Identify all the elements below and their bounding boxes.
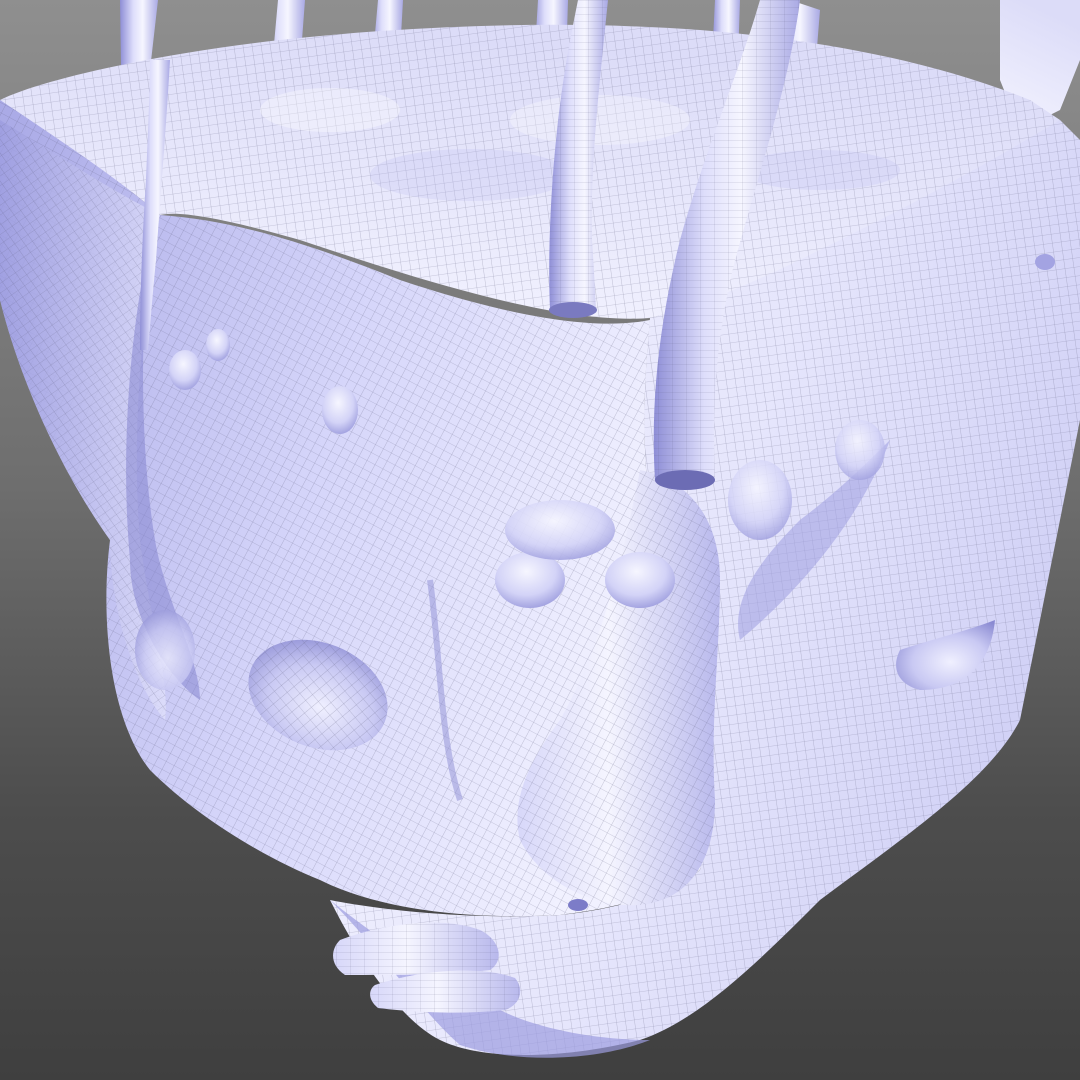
3d-viewport[interactable]: [0, 0, 1080, 1080]
bump-cheek-right-2: [835, 420, 885, 480]
bump-small-4: [135, 610, 195, 690]
bump-cheek-right: [728, 460, 792, 540]
viewport-canvas[interactable]: [0, 0, 1080, 1080]
bump-small-1: [322, 386, 358, 434]
bump-brow: [505, 500, 615, 560]
bump-nostril-left: [495, 552, 565, 608]
bump-nostril-right: [605, 552, 675, 608]
bump-small-2: [169, 350, 201, 390]
bump-small-3: [206, 329, 230, 361]
